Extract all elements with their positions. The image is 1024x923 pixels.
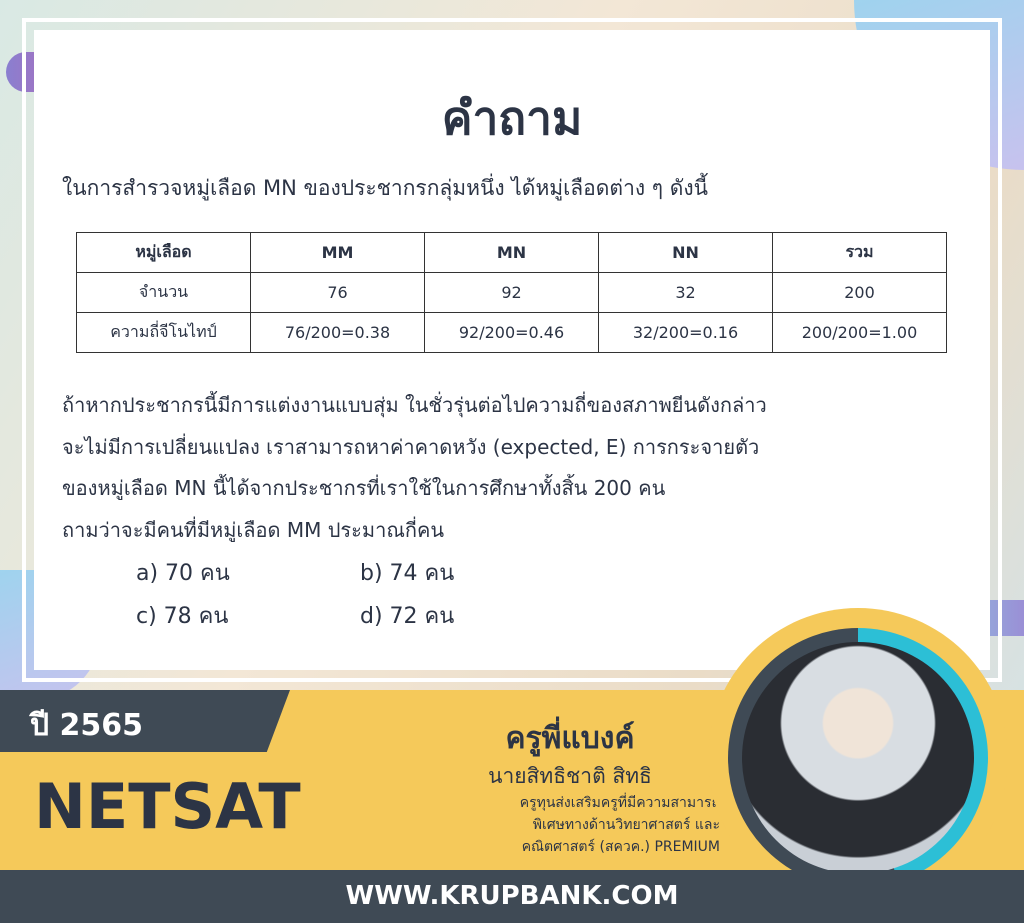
table-cell: หมู่เลือด xyxy=(76,232,251,273)
option-c[interactable]: c) 78 คน xyxy=(136,598,228,633)
paragraph-line: ถามว่าจะมีคนที่มีหมู่เลือด MM ประมาณกี่ค… xyxy=(62,517,445,542)
table-cell: 76/200=0.38 xyxy=(250,312,425,353)
table-cell: 32/200=0.16 xyxy=(598,312,773,353)
table-cell: NN xyxy=(598,232,773,273)
blood-group-table: หมู่เลือด MM MN NN รวม จำนวน 76 92 32 200 ความถี… xyxy=(76,232,947,353)
desc-line: พิเศษทางด้านวิทยาศาสตร์ และ xyxy=(532,817,720,833)
table-cell: 92/200=0.46 xyxy=(424,312,599,353)
option-a[interactable]: a) 70 คน xyxy=(136,555,230,590)
teacher-description: ครูทุนส่งเสริมครูที่มีความสามารถ พิเศษทา… xyxy=(420,792,720,858)
table-row: จำนวน 76 92 32 200 xyxy=(76,272,947,313)
teacher-name: นายสิทธิชาติ สิทธิ xyxy=(488,764,652,788)
desc-line: คณิตศาสตร์ (สควค.) PREMIUM xyxy=(521,839,720,855)
exam-name: NETSAT xyxy=(34,770,301,843)
table-cell: ความถี่จีโนไทป์ xyxy=(76,312,251,353)
table-cell: MM xyxy=(250,232,425,273)
teacher-nickname: ครูพี่แบงค์ xyxy=(505,721,635,756)
table-cell: 32 xyxy=(598,272,773,313)
table-cell: 76 xyxy=(250,272,425,313)
table-cell: 200/200=1.00 xyxy=(772,312,947,353)
paragraph-line: จะไม่มีการเปลี่ยนแปลง เราสามารถหาค่าคาดห… xyxy=(62,434,760,459)
table-cell: MN xyxy=(424,232,599,273)
question-intro: ในการสำรวจหมู่เลือด MN ของประชากรกลุ่มหน… xyxy=(62,176,708,200)
table-row: ความถี่จีโนไทป์ 76/200=0.38 92/200=0.46 32/… xyxy=(76,312,947,353)
paragraph-line: ของหมู่เลือด MN นี้ได้จากประชากรที่เราใช… xyxy=(62,476,666,500)
table-cell: จำนวน xyxy=(76,272,251,313)
page-title: คำถาม xyxy=(441,91,583,145)
desc-line: ครูทุนส่งเสริมครูที่มีความสามารถ xyxy=(519,795,720,811)
table-cell: รวม xyxy=(772,232,947,273)
paragraph-line: ถ้าหากประชากรนี้มีการแต่งงานแบบสุ่ม ในชั… xyxy=(62,393,767,417)
website-link[interactable]: WWW.KRUPBANK.COM xyxy=(0,870,1024,923)
option-d[interactable]: d) 72 คน xyxy=(360,598,454,633)
teacher-photo xyxy=(742,642,974,874)
table-cell: 200 xyxy=(772,272,947,313)
year-label: ปี 2565 xyxy=(0,690,290,752)
table-header-row: หมู่เลือด MM MN NN รวม xyxy=(76,232,947,273)
table-cell: 92 xyxy=(424,272,599,313)
option-b[interactable]: b) 74 คน xyxy=(360,555,454,590)
question-paragraph: ถ้าหากประชากรนี้มีการแต่งงานแบบสุ่ม ในชั… xyxy=(62,385,962,551)
